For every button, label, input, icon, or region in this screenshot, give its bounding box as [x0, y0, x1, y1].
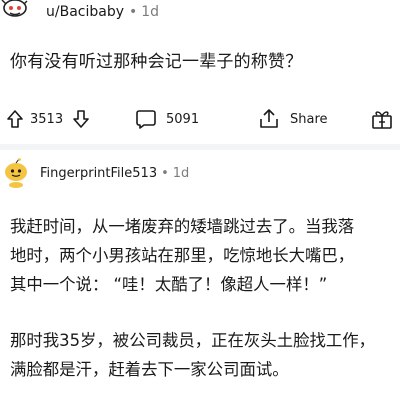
post-header: u/Bacibaby • 1d: [0, 0, 400, 24]
share-button[interactable]: Share: [290, 104, 328, 134]
comment-meta: FingerprintFile513 • 1d: [40, 165, 189, 183]
comment-line: 其中一个说： “哇！太酷了！像超人一样！”: [10, 275, 328, 294]
post-username[interactable]: u/Bacibaby: [46, 4, 124, 20]
vote-count: 3513: [30, 111, 64, 127]
meta-separator: •: [129, 4, 138, 20]
award-icon[interactable]: [370, 104, 394, 134]
comment-age: 1d: [172, 166, 190, 181]
comment-username[interactable]: FingerprintFile513: [40, 166, 157, 181]
upvote-arrow-icon[interactable]: [6, 104, 24, 134]
comment-line: 我赶时间，从一堵废弃的矮墙跳过去了。当我落: [10, 217, 355, 236]
comment-body: 我赶时间，从一堵废弃的矮墙跳过去了。当我落 地时，两个小男孩站在那里，吃惊地长大…: [10, 212, 395, 384]
section-divider: [0, 144, 400, 150]
post-meta: u/Bacibaby • 1d: [46, 3, 159, 21]
comment-count[interactable]: 5091: [166, 104, 199, 134]
snoo-avatar-icon[interactable]: [0, 0, 32, 22]
post-title[interactable]: 你有没有听过那种会记一辈子的称赞？: [10, 50, 302, 74]
reddit-thread-screen: u/Bacibaby • 1d 你有没有听过那种会记一辈子的称赞？ 3513 509…: [0, 0, 400, 405]
meta-separator: •: [161, 166, 169, 181]
comment-line: 那时我35岁，被公司裁员，正在灰头土脸找工作，: [10, 331, 376, 350]
post-action-bar: 3513 5091 Share: [0, 104, 400, 134]
snoo-yellow-avatar-icon[interactable]: [4, 158, 28, 188]
comment-line: 满脸都是汗，赶着去下一家公司面试。: [10, 360, 289, 379]
comment-line: 地时，两个小男孩站在那里，吃惊地长大嘴巴，: [10, 246, 355, 265]
comment-bubble-icon[interactable]: [135, 104, 157, 134]
share-icon[interactable]: [257, 104, 281, 134]
post-age: 1d: [141, 4, 160, 20]
downvote-arrow-icon[interactable]: [72, 104, 90, 134]
